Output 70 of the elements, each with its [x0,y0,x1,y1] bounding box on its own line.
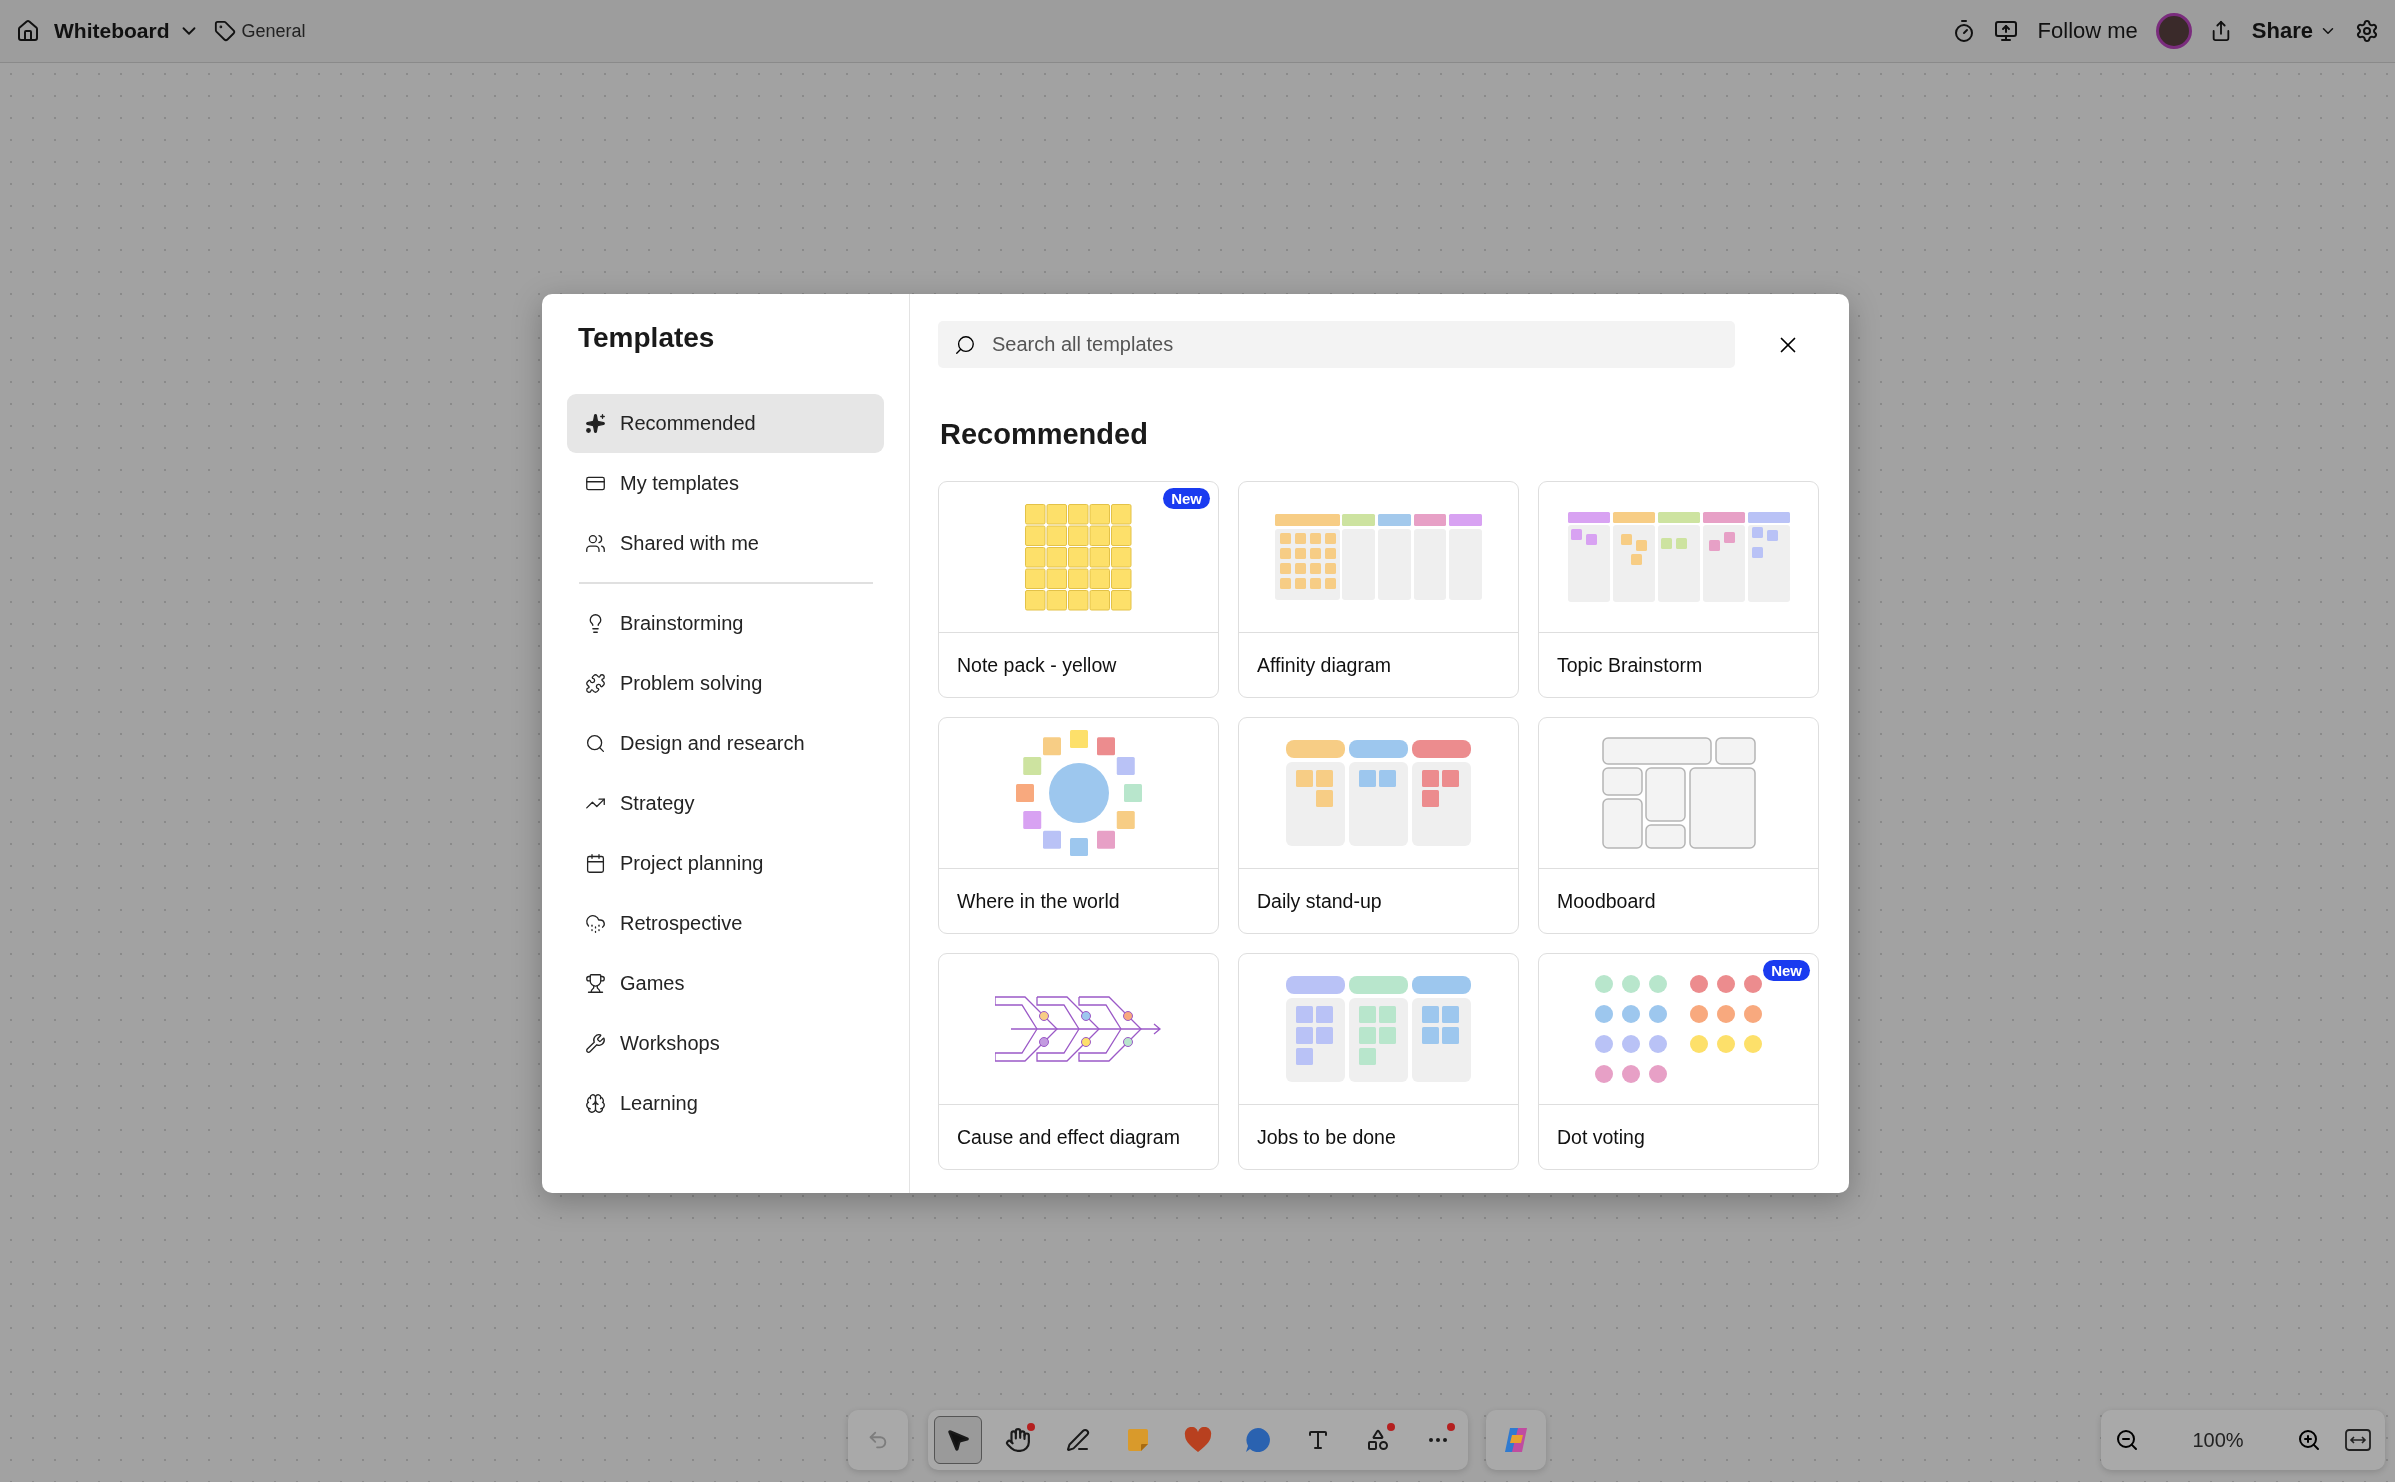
template-name: Dot voting [1556,1124,1646,1150]
calendar-icon [585,853,606,874]
more-icon [1429,1438,1447,1442]
sidebar-item[interactable]: Games [567,954,884,1013]
text-icon [1306,1428,1330,1452]
sidebar-item[interactable]: Brainstorming [567,594,884,653]
template-card[interactable]: Note pack - yellow New [938,481,1219,698]
share-button[interactable]: Share [2205,14,2341,48]
sidebar-item[interactable]: Workshops [567,1014,884,1073]
template-card[interactable]: Dot voting New [1538,953,1819,1170]
template-name: Where in the world [956,888,1121,914]
avatar[interactable] [2155,13,2192,49]
home-icon[interactable] [16,19,40,43]
tag-icon [213,20,236,42]
sidebar-item[interactable]: Problem solving [567,654,884,713]
template-name: Affinity diagram [1256,652,1393,678]
speech-bubble-icon [1244,1426,1272,1454]
heart-icon [1184,1427,1212,1453]
sparkles-icon [585,413,606,434]
board-title: Whiteboard [54,19,170,43]
template-card[interactable]: Affinity diagram [1238,481,1519,698]
section-heading: Recommended [940,418,1149,451]
sidebar-item[interactable]: Shared with me [567,514,884,573]
template-card[interactable]: Jobs to be done [1238,953,1519,1170]
people-icon [585,533,606,554]
sidebar-item[interactable]: Retrospective [567,894,884,953]
puzzle-icon [585,673,606,694]
hand-icon [1005,1427,1031,1453]
undo-icon [867,1429,889,1451]
search-icon [954,333,976,356]
template-card[interactable]: Topic Brainstorm [1538,481,1819,698]
zoom-level: 100% [2191,1428,2245,1452]
template-name: Note pack - yellow [956,652,1118,678]
zoom-in-icon[interactable] [2297,1428,2321,1452]
cloud-icon [585,913,606,934]
template-name: Moodboard [1556,888,1657,914]
follow-me-button[interactable]: Follow me [1989,14,2142,48]
new-badge: New [1163,488,1210,509]
template-card[interactable]: Daily stand-up [1238,717,1519,934]
template-name: Cause and effect diagram [956,1124,1181,1150]
sidebar-item[interactable]: My templates [567,454,884,513]
pointer-icon [945,1427,971,1453]
sidebar-item[interactable]: Recommended [567,394,884,453]
trophy-icon [585,973,606,994]
shapes-icon [1366,1428,1390,1452]
search-box[interactable]: Search all templates [938,321,1735,368]
channel-label: General [241,20,306,42]
template-name: Topic Brainstorm [1556,652,1704,678]
sidebar-item[interactable]: Project planning [567,834,884,893]
search-icon [585,733,606,754]
template-name: Jobs to be done [1256,1124,1397,1150]
sticky-note-icon [1125,1427,1151,1453]
template-card[interactable]: Moodboard [1538,717,1819,934]
template-name: Daily stand-up [1256,888,1383,914]
sidebar-item[interactable]: Strategy [567,774,884,833]
brain-icon [585,1093,606,1114]
template-card[interactable]: Cause and effect diagram [938,953,1219,1170]
zoom-out-icon[interactable] [2115,1428,2139,1452]
present-icon [1993,19,2018,43]
tool-button[interactable] [934,1416,982,1464]
dialog-title: Templates [578,322,716,354]
settings-icon[interactable] [2355,19,2379,43]
wrench-icon [585,1033,606,1054]
new-badge: New [1763,960,1810,981]
pen-icon [1066,1428,1090,1452]
sidebar-item[interactable]: Design and research [567,714,884,773]
fit-width-icon[interactable] [2345,1429,2371,1451]
template-card[interactable]: Where in the world [938,717,1219,934]
sidebar-item[interactable]: Learning [567,1074,884,1133]
search-field[interactable]: Search all templates [990,332,1719,357]
